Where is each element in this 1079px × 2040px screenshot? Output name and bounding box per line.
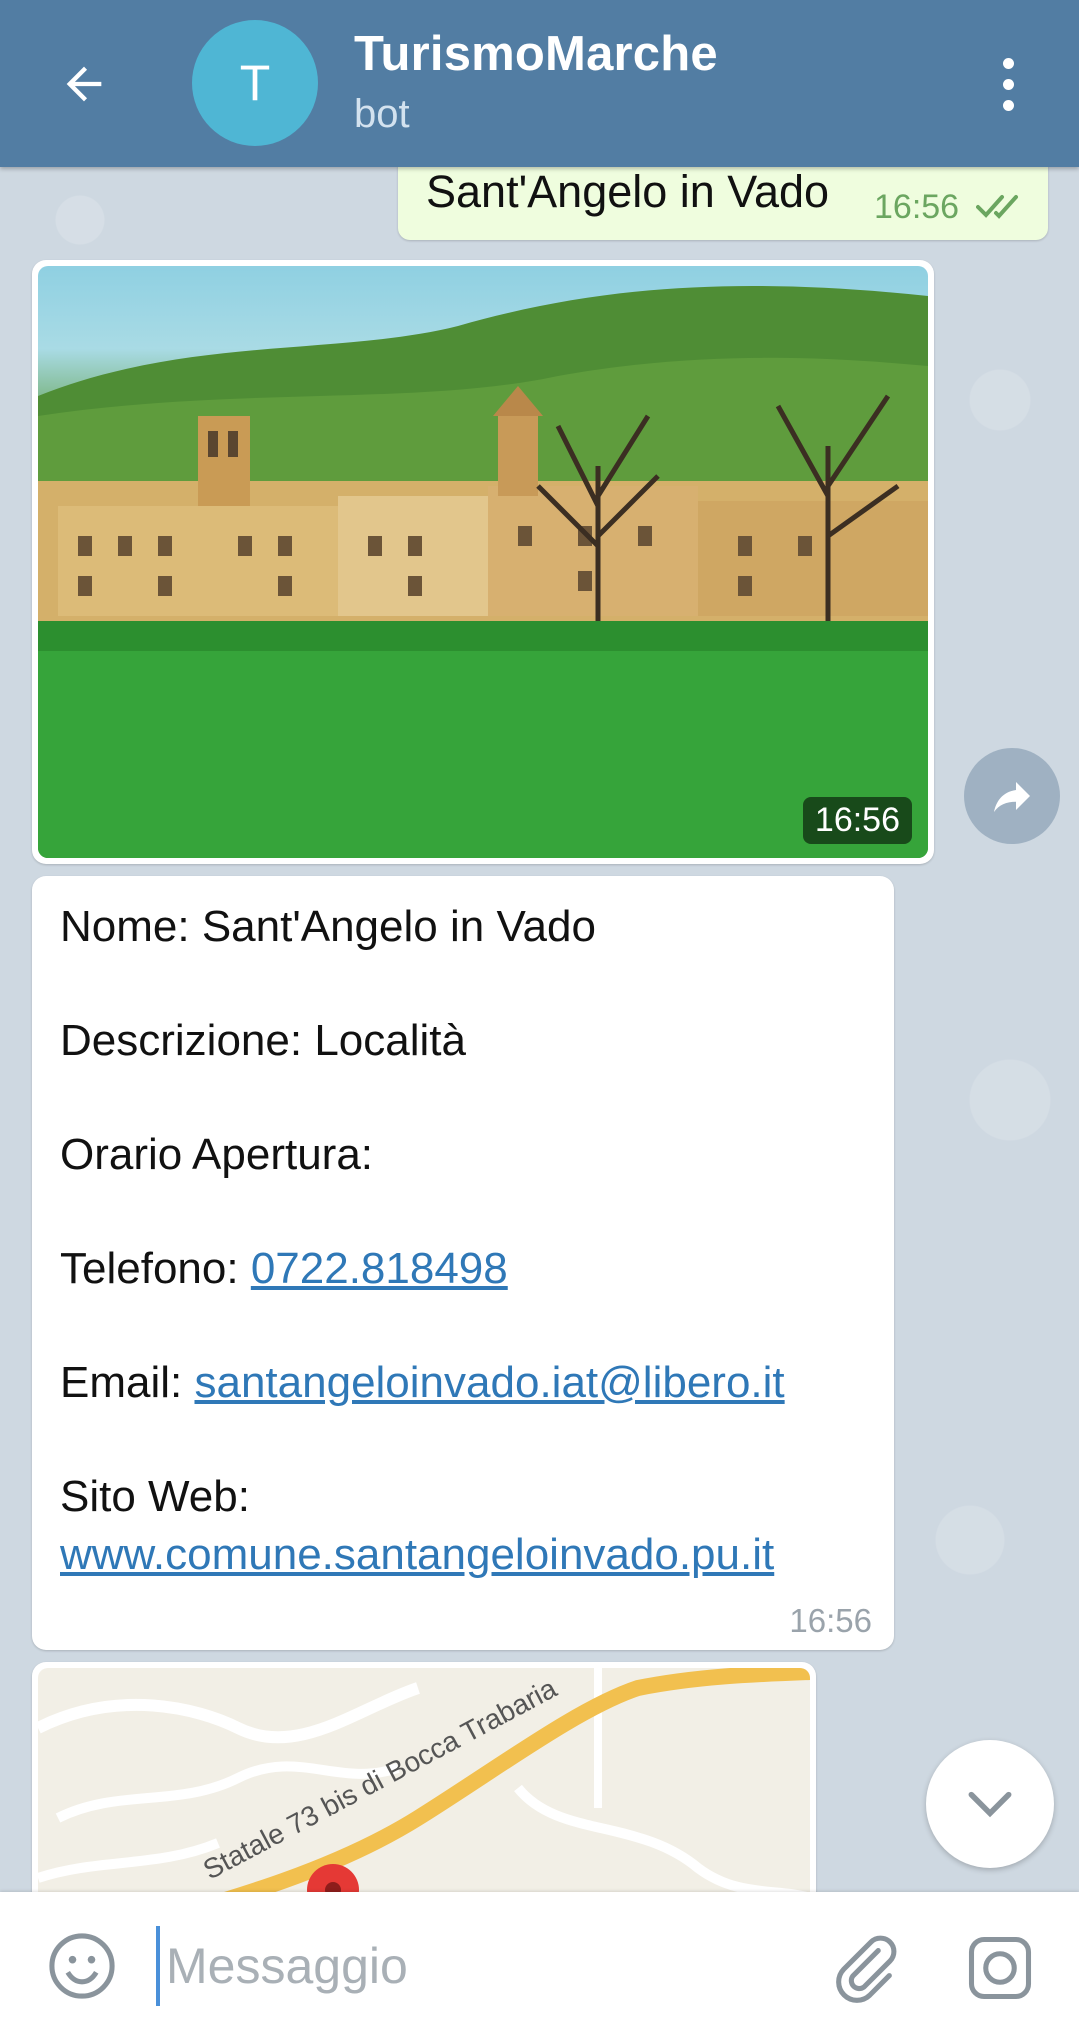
share-icon	[994, 782, 1030, 812]
message-time: 16:56	[789, 1602, 872, 1639]
message-time: 16:56	[874, 188, 960, 226]
info-email: Email: santangeloinvado.iat@libero.it	[60, 1358, 785, 1408]
info-sito-value: www.comune.santangeloinvado.pu.it	[60, 1530, 774, 1580]
sito-label: Sito Web:	[60, 1472, 250, 1521]
map-illustration	[38, 1668, 810, 1922]
map-message[interactable]: Statale 73 bis di Bocca Trabaria	[32, 1662, 816, 1922]
location-map[interactable]: Statale 73 bis di Bocca Trabaria	[38, 1668, 810, 1922]
photo-time: 16:56	[802, 797, 912, 844]
message-composer	[0, 1892, 1079, 2040]
telefono-label: Telefono:	[60, 1244, 239, 1293]
scroll-down-button[interactable]	[926, 1740, 1054, 1868]
chevron-down-icon	[968, 1791, 1012, 1818]
town-illustration	[38, 286, 928, 858]
chat-subtitle: bot	[354, 92, 410, 136]
avatar[interactable]: T	[192, 20, 318, 146]
info-descrizione: Descrizione: Località	[60, 1016, 466, 1066]
descrizione-label: Descrizione:	[60, 1016, 303, 1065]
nome-value: Sant'Angelo in Vado	[201, 902, 596, 951]
more-vertical-icon	[1002, 57, 1014, 69]
website-link[interactable]: www.comune.santangeloinvado.pu.it	[60, 1530, 774, 1579]
more-vertical-icon-dot	[1002, 99, 1014, 111]
attach-button[interactable]	[826, 1930, 902, 2006]
info-nome: Nome: Sant'Angelo in Vado	[60, 902, 596, 952]
photo-message[interactable]: 16:56	[32, 260, 934, 864]
chat-header: T TurismoMarche bot	[0, 0, 1079, 167]
info-telefono: Telefono: 0722.818498	[60, 1244, 508, 1294]
info-orario: Orario Apertura:	[60, 1130, 373, 1180]
email-label: Email:	[60, 1358, 183, 1407]
emoji-button[interactable]	[44, 1928, 120, 2004]
back-arrow-icon	[66, 66, 102, 102]
message-input[interactable]	[156, 1926, 796, 2006]
descrizione-value: Località	[314, 1016, 466, 1065]
emoji-icon	[49, 1933, 115, 1999]
phone-link[interactable]: 0722.818498	[251, 1244, 508, 1293]
orario-label: Orario Apertura:	[60, 1130, 374, 1179]
info-message[interactable]: Nome: Sant'Angelo in Vado Descrizione: L…	[32, 876, 894, 1650]
town-photo[interactable]: 16:56	[38, 266, 928, 858]
more-vertical-icon-dot	[1002, 78, 1014, 90]
double-check-icon	[976, 195, 1018, 219]
camera-icon	[968, 1936, 1032, 2000]
message-text: Sant'Angelo in Vado	[426, 166, 830, 217]
back-button[interactable]	[46, 46, 122, 122]
more-menu-button[interactable]	[980, 44, 1036, 124]
attach-icon	[836, 1935, 897, 2003]
nome-label: Nome:	[60, 902, 190, 951]
share-button[interactable]	[964, 748, 1060, 844]
email-link[interactable]: santangeloinvado.iat@libero.it	[194, 1358, 784, 1407]
info-sito-label: Sito Web:	[60, 1472, 250, 1522]
chat-title[interactable]: TurismoMarche	[354, 26, 718, 82]
camera-button[interactable]	[962, 1930, 1038, 2006]
